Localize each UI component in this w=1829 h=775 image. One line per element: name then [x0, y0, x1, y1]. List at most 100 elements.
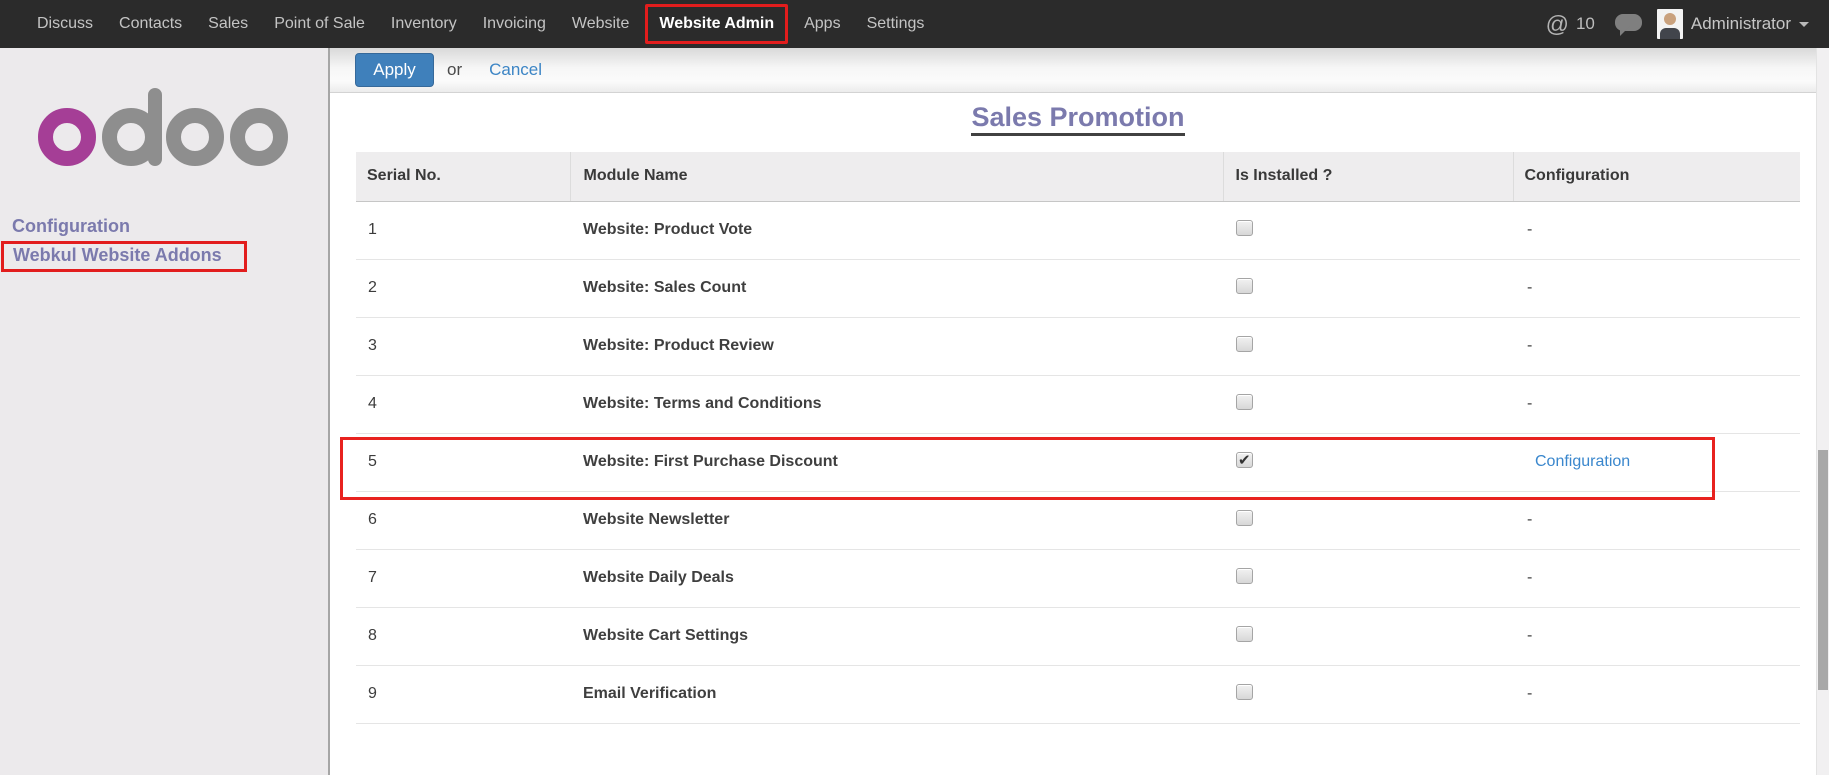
installed-checkbox[interactable] [1236, 277, 1253, 294]
top-navbar: Discuss Contacts Sales Point of Sale Invento… [0, 0, 1829, 48]
main-menu: Discuss Contacts Sales Point of Sale Invento… [24, 0, 937, 48]
installed-cell [1223, 549, 1513, 608]
configuration-cell: - [1513, 375, 1800, 434]
content-area: Sales Promotion Serial No. Module Name I… [356, 93, 1800, 724]
scrollbar-thumb[interactable] [1818, 450, 1828, 690]
module-name-cell: Website: Product Vote [570, 201, 1223, 260]
serial-cell: 3 [356, 317, 570, 376]
configuration-dash: - [1527, 221, 1533, 238]
module-name-cell: Website: Terms and Conditions [570, 375, 1223, 434]
main-content: Apply or Cancel Sales Promotion Serial N… [330, 48, 1829, 775]
installed-checkbox[interactable] [1236, 625, 1253, 642]
table-row: 3 Website: Product Review - [356, 317, 1800, 376]
cancel-link[interactable]: Cancel [489, 60, 542, 80]
table-row: 7 Website Daily Deals - [356, 549, 1800, 608]
mention-count: 10 [1575, 14, 1595, 33]
installed-cell [1223, 375, 1513, 434]
page-title-text: Sales Promotion [971, 102, 1185, 136]
logo-letter-o-magenta [38, 108, 96, 166]
table-row: 2 Website: Sales Count - [356, 259, 1800, 318]
serial-cell: 9 [356, 665, 570, 724]
configuration-cell: - [1513, 665, 1800, 724]
installed-checkbox[interactable] [1236, 451, 1253, 469]
nav-item-website[interactable]: Website [559, 0, 643, 48]
configuration-dash: - [1527, 395, 1533, 412]
logo-letter-d [102, 88, 162, 166]
scrollbar-track[interactable] [1816, 48, 1829, 775]
configuration-cell: - [1513, 259, 1800, 318]
configuration-cell: - [1513, 549, 1800, 608]
nav-item-contacts[interactable]: Contacts [106, 0, 195, 48]
serial-cell: 8 [356, 607, 570, 666]
configuration-cell: - [1513, 201, 1800, 260]
configuration-link[interactable]: Configuration [1535, 453, 1630, 470]
chat-bubble-icon [1614, 14, 1642, 36]
mentions-indicator[interactable]: @ 10 [1545, 10, 1595, 37]
module-name-cell: Email Verification [570, 665, 1223, 724]
module-name-cell: Website: Sales Count [570, 259, 1223, 318]
configuration-cell: - [1513, 317, 1800, 376]
configuration-dash: - [1527, 569, 1533, 586]
page-title: Sales Promotion [356, 93, 1800, 152]
configuration-dash: - [1527, 337, 1533, 354]
installed-checkbox[interactable] [1236, 219, 1253, 236]
sidebar: Configuration Webkul Website Addons [0, 48, 330, 775]
app-window: Discuss Contacts Sales Point of Sale Invento… [0, 0, 1829, 775]
table-row: 9 Email Verification - [356, 665, 1800, 724]
serial-cell: 5 [356, 433, 570, 492]
installed-cell [1223, 201, 1513, 260]
logo-letter-o [166, 108, 224, 166]
apply-button[interactable]: Apply [355, 53, 434, 87]
messages-button[interactable] [1614, 12, 1643, 36]
installed-checkbox[interactable] [1236, 567, 1253, 584]
nav-item-inventory[interactable]: Inventory [378, 0, 470, 48]
installed-checkbox[interactable] [1236, 335, 1253, 352]
serial-cell: 6 [356, 491, 570, 550]
avatar [1656, 9, 1683, 39]
serial-cell: 2 [356, 259, 570, 318]
installed-cell [1223, 491, 1513, 550]
module-name-cell: Website Cart Settings [570, 607, 1223, 666]
installed-checkbox[interactable] [1236, 509, 1253, 526]
modules-table: Serial No. Module Name Is Installed ? Co… [356, 152, 1800, 724]
nav-item-apps[interactable]: Apps [791, 0, 853, 48]
user-menu[interactable]: Administrator [1656, 9, 1809, 39]
installed-cell [1223, 665, 1513, 724]
installed-checkbox[interactable] [1236, 393, 1253, 410]
installed-cell [1223, 317, 1513, 376]
logo-letter-o [230, 108, 288, 166]
sidebar-highlight-box: Webkul Website Addons [1, 241, 247, 272]
table-header-row: Serial No. Module Name Is Installed ? Co… [356, 152, 1800, 202]
nav-item-point-of-sale[interactable]: Point of Sale [261, 0, 378, 48]
nav-item-settings[interactable]: Settings [854, 0, 938, 48]
table-row: 8 Website Cart Settings - [356, 607, 1800, 666]
module-name-cell: Website: First Purchase Discount [570, 433, 1223, 492]
sidebar-item-webkul-website-addons[interactable]: Webkul Website Addons [13, 245, 222, 265]
header-configuration: Configuration [1512, 152, 1800, 202]
table-row: 5 Website: First Purchase Discount Confi… [356, 433, 1800, 492]
nav-item-website-admin[interactable]: Website Admin [645, 4, 789, 44]
serial-cell: 4 [356, 375, 570, 434]
or-label: or [447, 60, 463, 79]
page-body: Configuration Webkul Website Addons Appl… [0, 48, 1829, 775]
at-icon: @ [1545, 10, 1569, 37]
toolbar: Apply or Cancel [330, 48, 1829, 93]
configuration-dash: - [1527, 279, 1533, 296]
sidebar-section-title: Configuration [12, 216, 130, 236]
configuration-dash: - [1527, 685, 1533, 702]
installed-checkbox[interactable] [1236, 683, 1253, 700]
odoo-logo [38, 88, 290, 166]
serial-cell: 1 [356, 201, 570, 260]
installed-cell [1223, 607, 1513, 666]
installed-cell [1223, 433, 1513, 492]
nav-item-discuss[interactable]: Discuss [24, 0, 106, 48]
user-name: Administrator [1690, 14, 1791, 33]
module-name-cell: Website: Product Review [570, 317, 1223, 376]
header-is-installed: Is Installed ? [1222, 152, 1513, 202]
nav-item-sales[interactable]: Sales [195, 0, 261, 48]
configuration-dash: - [1527, 627, 1533, 644]
nav-item-invoicing[interactable]: Invoicing [470, 0, 559, 48]
navbar-systray: @ 10 Administrator [1546, 9, 1813, 39]
module-name-cell: Website Newsletter [570, 491, 1223, 550]
module-name-cell: Website Daily Deals [570, 549, 1223, 608]
